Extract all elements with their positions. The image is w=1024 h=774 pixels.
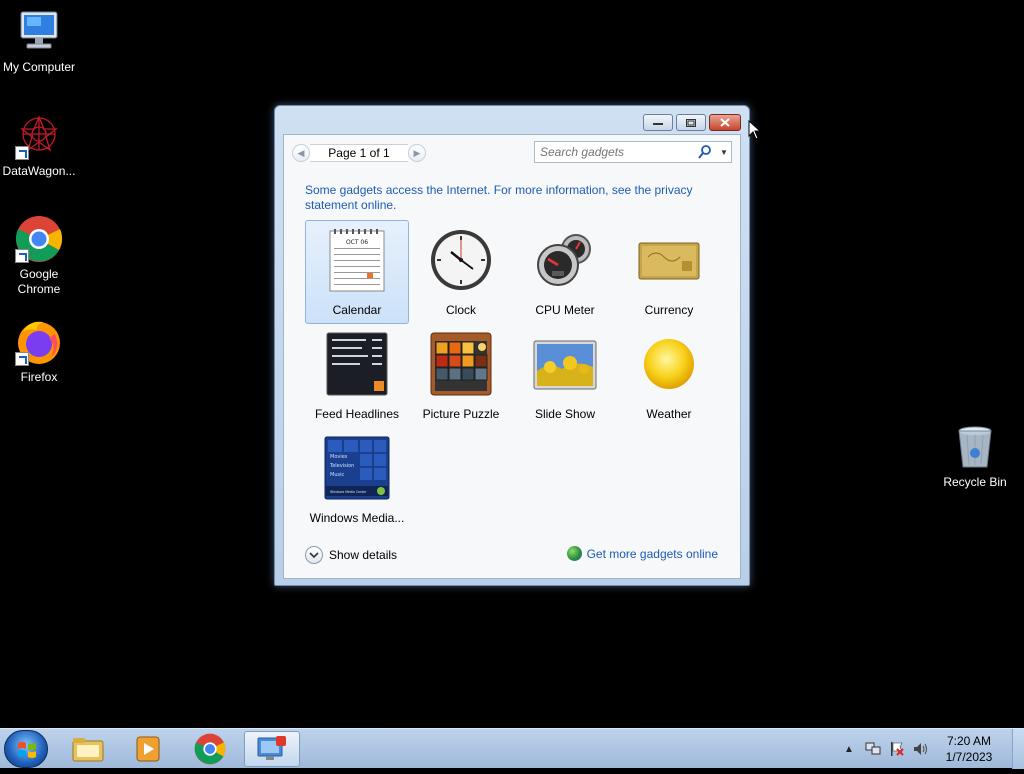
gadget-label: Picture Puzzle (422, 407, 500, 421)
globe-icon (566, 546, 582, 561)
media-menu-item: Music (330, 472, 344, 478)
desktop-icon-recycle-bin[interactable]: Recycle Bin (936, 423, 1014, 490)
gadget-label: Clock (445, 303, 476, 317)
taskbar-media-player[interactable] (120, 731, 176, 767)
media-menu-item: Movies (330, 454, 348, 460)
clock-icon (428, 227, 494, 293)
clock-time: 7:20 AM (946, 734, 992, 748)
datawagon-icon (15, 112, 63, 160)
window-controls (643, 114, 741, 131)
gadget-gallery-window[interactable]: ◀ Page 1 of 1 ▶ ▼ Some gadgets access th… (274, 105, 750, 586)
currency-icon (636, 227, 702, 293)
next-page-button[interactable]: ▶ (408, 144, 426, 162)
calendar-icon: OCT 06 (324, 227, 390, 293)
get-more-gadgets-link[interactable]: Get more gadgets online (566, 546, 718, 561)
desktop: My Computer DataWagon... Google Chrome F… (0, 0, 1024, 728)
volume-icon[interactable] (912, 740, 930, 758)
desktop-icon-my-computer[interactable]: My Computer (0, 8, 78, 75)
cpu-meter-icon (532, 227, 598, 293)
taskbar-clock[interactable]: 7:20 AM 1/7/2023 (936, 733, 1002, 765)
firefox-icon (15, 318, 63, 366)
chevron-down-icon (305, 546, 323, 564)
media-center-label: Windows Media Center (330, 490, 367, 494)
get-more-gadgets-label: Get more gadgets online (586, 546, 718, 561)
desktop-icon-label: Firefox (20, 370, 58, 384)
taskbar: ▲ 7:20 AM 1/7/2023 (0, 728, 1024, 769)
show-details-toggle[interactable]: Show details (305, 546, 397, 564)
gadget-label: Feed Headlines (314, 407, 400, 421)
close-button[interactable] (709, 114, 741, 131)
feed-headlines-icon (324, 331, 390, 397)
gadget-label: Slide Show (534, 407, 596, 421)
weather-icon (636, 331, 702, 397)
gadget-label: Currency (644, 303, 694, 317)
previous-page-button[interactable]: ◀ (292, 144, 310, 162)
gadget-label: CPU Meter (535, 303, 595, 317)
page-navigator: ◀ Page 1 of 1 ▶ (292, 143, 426, 163)
taskbar-file-explorer[interactable] (60, 731, 116, 767)
gadget-label: Windows Media... (309, 511, 405, 525)
gadget-weather[interactable]: Weather (617, 324, 721, 428)
desktop-icon-firefox[interactable]: Firefox (0, 318, 78, 385)
gadget-label: Calendar (332, 303, 382, 317)
shortcut-arrow-icon (15, 249, 29, 263)
restore-icon (686, 118, 696, 127)
calendar-month-text: OCT 06 (346, 239, 368, 246)
show-details-label: Show details (329, 548, 398, 562)
restore-button[interactable] (676, 114, 706, 131)
desktop-icon-google-chrome[interactable]: Google Chrome (0, 215, 78, 297)
media-player-icon (136, 736, 160, 762)
desktop-icon-datawagon[interactable]: DataWagon... (0, 112, 78, 179)
search-dropdown-icon[interactable]: ▼ (720, 148, 728, 157)
gadget-cpu-meter[interactable]: CPU Meter (513, 220, 617, 324)
gadgets-icon (257, 736, 286, 760)
slide-show-icon (532, 331, 598, 397)
desktop-icon-label: My Computer (2, 60, 76, 74)
search-icon[interactable] (698, 145, 712, 159)
shortcut-arrow-icon (15, 146, 29, 160)
media-menu-item: Television (329, 463, 354, 469)
recycle-bin-icon (951, 423, 999, 471)
show-desktop-button[interactable] (1012, 729, 1024, 769)
minimize-button[interactable] (643, 114, 673, 131)
chrome-icon (194, 733, 226, 765)
minimize-icon (653, 122, 663, 125)
gadget-clock[interactable]: Clock (409, 220, 513, 324)
gadget-slide-show[interactable]: Slide Show (513, 324, 617, 428)
gadget-calendar[interactable]: OCT 06 Calendar (305, 220, 409, 324)
windows-media-icon: Movies Television Music Windows Media Ce… (324, 435, 390, 501)
search-box: ▼ (534, 141, 732, 163)
internet-info-text[interactable]: Some gadgets access the Internet. For mo… (305, 183, 705, 213)
network-icon[interactable] (864, 740, 882, 758)
mouse-cursor-icon (748, 120, 762, 140)
taskbar-gadgets[interactable] (244, 731, 300, 767)
chrome-icon (15, 215, 63, 263)
windows-logo-icon (18, 742, 36, 758)
page-indicator: Page 1 of 1 (310, 144, 408, 162)
close-icon (720, 118, 730, 127)
file-explorer-icon (72, 738, 104, 762)
system-tray: ▲ 7:20 AM 1/7/2023 (840, 729, 1024, 769)
action-center-flag-icon[interactable] (888, 740, 906, 758)
shortcut-arrow-icon (15, 352, 29, 366)
desktop-icon-label: Google Chrome (17, 267, 61, 296)
gadget-label: Weather (646, 407, 692, 421)
gadget-windows-media-center[interactable]: Movies Television Music Windows Media Ce… (305, 428, 409, 532)
show-hidden-icons-button[interactable]: ▲ (840, 740, 858, 758)
taskbar-chrome[interactable] (182, 731, 238, 767)
computer-icon (15, 8, 63, 56)
gadget-picture-puzzle[interactable]: Picture Puzzle (409, 324, 513, 428)
clock-date: 1/7/2023 (945, 750, 993, 764)
start-button[interactable] (4, 730, 48, 768)
desktop-icon-label: Recycle Bin (943, 475, 1007, 489)
picture-puzzle-icon (428, 331, 494, 397)
gadget-panel: ◀ Page 1 of 1 ▶ ▼ Some gadgets access th… (283, 134, 741, 579)
gadget-currency[interactable]: Currency (617, 220, 721, 324)
search-input[interactable] (540, 145, 694, 159)
desktop-icon-label: DataWagon... (2, 164, 76, 178)
gadget-feed-headlines[interactable]: Feed Headlines (305, 324, 409, 428)
